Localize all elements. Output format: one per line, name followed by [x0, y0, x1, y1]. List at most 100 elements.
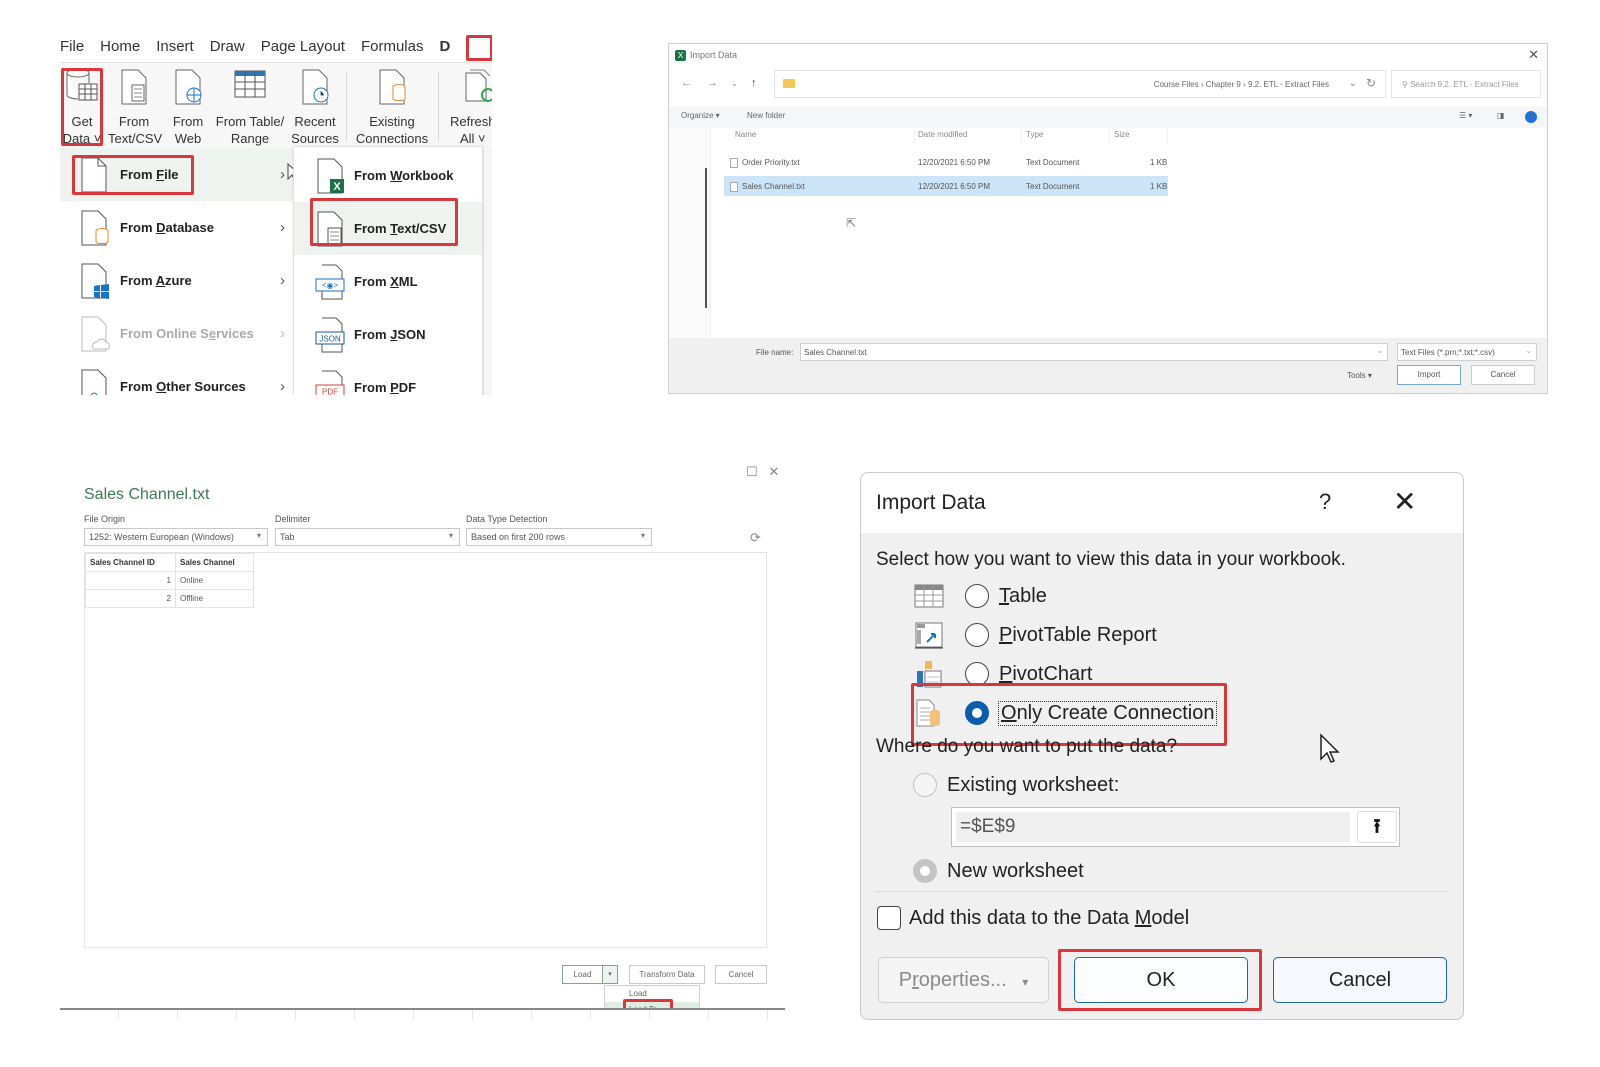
table-range-icon	[234, 70, 266, 98]
data-model-checkbox[interactable]	[877, 906, 901, 930]
menu-item-from-database[interactable]: From Database ›	[60, 201, 295, 254]
get-data-button[interactable]: Get Data ˅	[62, 67, 102, 147]
chevron-down-icon[interactable]: ⌄	[1349, 78, 1357, 89]
refresh-all-button[interactable]: Refresh All ˅	[444, 67, 492, 147]
radio-existing-worksheet	[913, 773, 937, 797]
search-input[interactable]: ⚲ Search 9.2. ETL - Extract Files	[1391, 70, 1541, 98]
radio-pivottable-report[interactable]	[965, 623, 989, 647]
view-prompt: Select how you want to view this data in…	[876, 549, 1346, 570]
breadcrumb[interactable]: Course Files › Chapter 9 › 9.2. ETL - Ex…	[1154, 80, 1329, 89]
ribbon-tabs: File Home Insert Draw Page Layout Formul…	[60, 30, 492, 62]
recent-dropdown-icon[interactable]: ⌄	[731, 79, 738, 88]
new-folder-button[interactable]: New folder	[747, 111, 785, 120]
ribbon-separator	[346, 71, 347, 141]
chevron-down-icon: ▾	[640, 531, 645, 540]
maximize-icon[interactable]: ☐	[746, 464, 758, 479]
excel-ribbon-panel: File Home Insert Draw Page Layout Formul…	[60, 30, 492, 395]
option-table[interactable]: Table	[913, 578, 1047, 614]
from-web-button[interactable]: From Web	[166, 67, 210, 147]
column-divider	[1109, 129, 1110, 143]
import-button[interactable]: Import	[1397, 365, 1461, 385]
cancel-button[interactable]: Cancel	[1273, 957, 1447, 1003]
recent-sources-button[interactable]: Recent Sources	[289, 67, 341, 147]
close-icon[interactable]: ✕	[1528, 47, 1539, 63]
tools-menu[interactable]: Tools ▾	[1347, 371, 1372, 380]
option-pivotchart[interactable]: PivotChart	[913, 656, 1092, 692]
file-row[interactable]: Order Priority.txt 12/20/2021 6:50 PM Te…	[724, 152, 1168, 172]
ribbon-separator	[438, 71, 439, 141]
dialog-toolbar: Organize ▾ New folder ☰ ▾ ◨ ?	[669, 106, 1547, 128]
navigation-bar: ← → ⌄ ↑ Course Files › Chapter 9 › 9.2. …	[669, 70, 1547, 100]
submenu-item-from-json[interactable]: JSON From JSON	[294, 308, 482, 361]
tab-page-layout[interactable]: Page Layout	[253, 38, 353, 55]
chevron-right-icon: ›	[280, 166, 285, 183]
close-button[interactable]: ✕	[1393, 485, 1416, 518]
load-button[interactable]: Load	[563, 966, 603, 983]
menu-item-from-azure[interactable]: From Azure ›	[60, 254, 295, 307]
file-name-input[interactable]: Sales Channel.txt ⌄	[800, 343, 1388, 361]
back-arrow-icon[interactable]: ←	[681, 77, 692, 89]
cancel-button[interactable]: Cancel	[715, 965, 767, 984]
organize-button[interactable]: Organize ▾	[681, 111, 720, 120]
address-bar[interactable]: Course Files › Chapter 9 › 9.2. ETL - Ex…	[774, 70, 1386, 98]
tab-home[interactable]: Home	[92, 38, 148, 55]
tab-data[interactable]: D	[431, 38, 458, 55]
column-type[interactable]: Type	[1026, 130, 1043, 139]
column-name[interactable]: Name	[735, 130, 756, 139]
refresh-icon[interactable]: ↻	[1366, 76, 1376, 90]
existing-connections-button[interactable]: Existing Connections	[352, 67, 432, 147]
submenu-item-from-workbook[interactable]: X From Workbook	[294, 149, 482, 202]
submenu-item-from-pdf[interactable]: PDF From PDF	[294, 361, 482, 395]
ok-button[interactable]: OK	[1074, 957, 1248, 1003]
tab-formulas[interactable]: Formulas	[353, 38, 432, 55]
column-divider	[914, 129, 915, 143]
radio-pivotchart[interactable]	[965, 662, 989, 686]
refresh-preview-icon[interactable]: ⟳	[750, 530, 761, 546]
chevron-down-icon: ⌄	[1525, 346, 1532, 355]
menu-item-load[interactable]: Load	[605, 986, 699, 1002]
cancel-button[interactable]: Cancel	[1471, 365, 1535, 385]
file-origin-select[interactable]: 1252: Western European (Windows) ▾	[84, 528, 268, 546]
close-icon[interactable]: ✕	[769, 464, 780, 479]
tab-insert[interactable]: Insert	[148, 38, 202, 55]
view-options-icon[interactable]: ☰ ▾	[1459, 111, 1472, 120]
radio-table[interactable]	[965, 584, 989, 608]
file-row-selected[interactable]: Sales Channel.txt 12/20/2021 6:50 PM Tex…	[724, 176, 1168, 196]
data-type-detection-label: Data Type Detection	[466, 514, 548, 524]
import-data-dialog: Import Data ? ✕ Select how you want to v…	[860, 472, 1464, 1020]
chevron-down-icon[interactable]: ⌄	[1376, 346, 1383, 355]
from-table-range-button[interactable]: From Table/ Range	[212, 67, 288, 147]
load-dropdown-icon[interactable]: ▾	[603, 966, 617, 983]
menu-item-from-file[interactable]: From File ›	[60, 148, 295, 201]
submenu-item-from-text-csv[interactable]: From Text/CSV	[294, 202, 482, 255]
data-model-label[interactable]: Add this data to the Data Model	[909, 907, 1189, 930]
chevron-right-icon: ›	[280, 272, 285, 289]
navigation-pane	[669, 128, 711, 338]
menu-item-from-other-sources[interactable]: From Other Sources ›	[60, 360, 295, 395]
column-size[interactable]: Size	[1114, 130, 1130, 139]
tab-draw[interactable]: Draw	[202, 38, 253, 55]
up-arrow-icon[interactable]: ↑	[751, 77, 757, 89]
option-only-create-connection[interactable]: Only Create Connection	[913, 695, 1218, 731]
forward-arrow-icon[interactable]: →	[707, 77, 718, 89]
delimiter-select[interactable]: Tab ▾	[275, 528, 460, 546]
preview-title: Sales Channel.txt	[84, 486, 210, 503]
help-button[interactable]: ?	[1319, 489, 1331, 515]
pivottable-icon	[915, 622, 943, 649]
column-date-modified[interactable]: Date modified	[918, 130, 967, 139]
excel-workbook-icon: X	[317, 158, 344, 193]
file-type-select[interactable]: Text Files (*.prn;*.txt;*.csv) ⌄	[1397, 343, 1537, 361]
radio-only-create-connection[interactable]	[965, 701, 989, 725]
tab-file[interactable]: File	[60, 38, 92, 55]
help-icon[interactable]: ?	[1525, 111, 1537, 123]
preview-pane-icon[interactable]: ◨	[1497, 111, 1505, 120]
from-text-csv-button[interactable]: From Text/CSV	[108, 67, 162, 147]
option-new-worksheet: New worksheet	[913, 853, 1084, 889]
collapse-dialog-icon[interactable]: ⭱	[1357, 811, 1397, 843]
nav-scrollbar[interactable]	[705, 168, 707, 308]
transform-data-button[interactable]: Transform Data	[629, 965, 705, 984]
option-pivottable-report[interactable]: PivotTable Report	[913, 617, 1157, 653]
data-type-detection-select[interactable]: Based on first 200 rows ▾	[466, 528, 652, 546]
submenu-item-from-xml[interactable]: <◉> From XML	[294, 255, 482, 308]
pdf-file-icon: PDF	[315, 370, 345, 395]
